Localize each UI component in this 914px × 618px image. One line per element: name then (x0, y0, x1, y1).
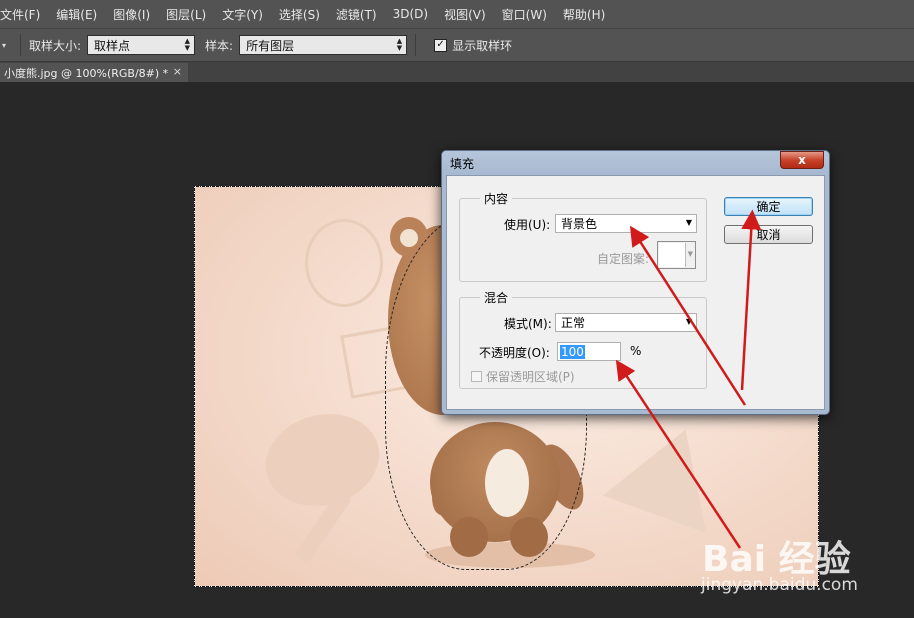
contents-group: 内容 使用(U): 背景色 ▼ 自定图案: ▼ (459, 190, 707, 282)
dialog-title: 填充 (450, 157, 475, 171)
show-ring-label: 显示取样环 (452, 38, 513, 53)
custom-pattern-label: 自定图案: (597, 252, 650, 266)
close-icon[interactable]: x (780, 151, 824, 169)
menu-help[interactable]: 帮助(H) (555, 6, 613, 23)
pattern-swatch (659, 243, 686, 267)
dropdown-arrow-icon: ▼ (687, 250, 693, 258)
dropdown-arrow-icon: ▼ (685, 317, 692, 326)
menu-window[interactable]: 窗口(W) (494, 6, 555, 23)
ok-button[interactable]: 确定 (724, 197, 813, 216)
document-tab-bar: 小度熊.jpg @ 100%(RGB/8#) * × (0, 62, 914, 82)
opacity-input[interactable]: 100 (557, 342, 621, 361)
bear-right-leg (510, 517, 548, 557)
separator (20, 34, 21, 56)
sample-size-label: 取样大小: (29, 38, 82, 53)
triangle-decoration (602, 410, 738, 534)
close-tab-icon[interactable]: × (173, 65, 182, 78)
opacity-unit: % (630, 344, 642, 358)
bear-shadow (425, 542, 595, 568)
menu-filter[interactable]: 滤镜(T) (328, 6, 385, 23)
blending-group-title: 混合 (480, 289, 513, 306)
watermark-url: jingyan.baidu.com (701, 575, 858, 595)
custom-pattern-picker[interactable]: ▼ (657, 241, 696, 269)
menu-file[interactable]: 文件(F) (0, 6, 48, 23)
spin-arrows-icon: ▲ ▼ (396, 37, 403, 52)
fill-dialog: 填充 x 内容 使用(U): 背景色 ▼ 自定图案: ▼ 混合 模式(M): 正… (441, 150, 830, 415)
baidu-watermark: Bai 经验 jingyan.baidu.com (700, 530, 900, 610)
menu-image[interactable]: 图像(I) (105, 6, 158, 23)
bear-ear-inner (400, 229, 418, 247)
menu-select[interactable]: 选择(S) (271, 6, 328, 23)
blending-group: 混合 模式(M): 正常 ▼ 不透明度(O): 100 % 保留透明区域(P) (459, 289, 707, 389)
mode-label: 模式(M): (504, 317, 552, 331)
sample-value: 所有图层 (246, 38, 295, 53)
bear-belly (485, 449, 529, 517)
dialog-body: 内容 使用(U): 背景色 ▼ 自定图案: ▼ 混合 模式(M): 正常 ▼ 不… (446, 175, 825, 410)
preserve-transparency-checkbox[interactable] (471, 371, 482, 382)
separator (415, 34, 417, 56)
mode-value: 正常 (561, 316, 586, 330)
spin-arrows-icon: ▲ ▼ (184, 37, 191, 52)
menu-view[interactable]: 视图(V) (436, 6, 494, 23)
opacity-value: 100 (560, 344, 585, 359)
tool-preset-arrow-icon[interactable]: ▾ (2, 41, 12, 50)
bear-left-leg (450, 517, 488, 557)
menu-layer[interactable]: 图层(L) (158, 6, 214, 23)
use-label: 使用(U): (504, 218, 551, 232)
menu-3d[interactable]: 3D(D) (385, 7, 436, 21)
use-select[interactable]: 背景色 ▼ (555, 214, 697, 233)
document-tab-title: 小度熊.jpg @ 100%(RGB/8#) * (4, 66, 169, 80)
menu-type[interactable]: 文字(Y) (214, 6, 271, 23)
menu-bar: 文件(F) 编辑(E) 图像(I) 图层(L) 文字(Y) 选择(S) 滤镜(T… (0, 0, 914, 28)
options-bar: ▾ 取样大小: 取样点 ▲ ▼ 样本: 所有图层 ▲ ▼ ✓ 显示取样环 (0, 28, 914, 62)
show-ring-checkbox[interactable]: ✓ (434, 38, 448, 52)
sample-size-value: 取样点 (94, 38, 131, 53)
cookie-decoration (305, 219, 383, 307)
mode-select[interactable]: 正常 ▼ (555, 313, 697, 332)
sample-size-select[interactable]: 取样点 ▲ ▼ (87, 35, 196, 55)
sample-select[interactable]: 所有图层 ▲ ▼ (239, 35, 408, 55)
contents-group-title: 内容 (480, 190, 513, 207)
preserve-transparency-label: 保留透明区域(P) (486, 370, 575, 384)
cancel-button[interactable]: 取消 (724, 225, 813, 244)
menu-edit[interactable]: 编辑(E) (48, 6, 105, 23)
dropdown-arrow-icon: ▼ (685, 218, 692, 227)
lollipop-decoration (255, 401, 390, 519)
document-tab[interactable]: 小度熊.jpg @ 100%(RGB/8#) * × (0, 63, 188, 82)
use-value: 背景色 (561, 217, 598, 231)
opacity-label: 不透明度(O): (479, 346, 550, 360)
sample-label: 样本: (205, 38, 234, 53)
